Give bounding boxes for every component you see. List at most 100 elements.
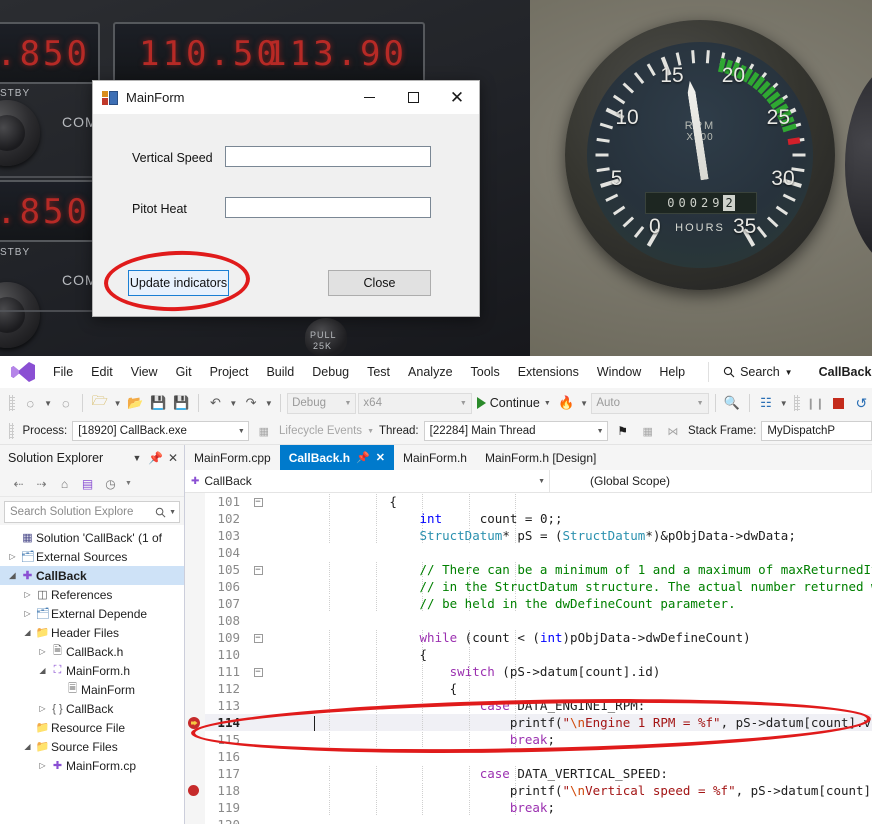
breakpoint-gutter[interactable] [185,799,205,816]
expand-arrow-icon[interactable]: ▷ [21,609,34,618]
fold-margin[interactable]: − [247,632,269,643]
code-surface[interactable]: 101− {102 int count = 0;;103 StructDatum… [185,493,872,824]
tree-item-resource-file[interactable]: 📁Resource File [0,718,184,737]
editor-tab-mainform-cpp[interactable]: MainForm.cpp [185,445,280,470]
code-line-117[interactable]: 117 case DATA_VERTICAL_SPEED: [185,765,872,782]
breakpoint-gutter[interactable] [185,663,205,680]
chevron-down-icon[interactable]: ▼ [367,428,374,435]
tree-item-callback[interactable]: ▷{ }CallBack [0,699,184,718]
tree-item-mainform-cp[interactable]: ▷✚MainForm.cp [0,756,184,775]
save-all-icon[interactable]: 💾 [171,392,192,414]
code-line-110[interactable]: 110 { [185,646,872,663]
forward-icon[interactable]: ⇢ [33,475,50,492]
save-icon[interactable]: 💾 [148,392,169,414]
home-icon[interactable]: ⌂ [56,475,73,492]
close-icon[interactable]: ✕ [166,451,180,465]
code-line-119[interactable]: 119 break; [185,799,872,816]
scope-select-left[interactable]: ✚ CallBack ▼ [185,470,550,492]
menu-item-test[interactable]: Test [358,359,399,385]
editor-tab-callback-h[interactable]: CallBack.h📌✕ [280,445,394,470]
breakpoint-gutter[interactable] [185,714,205,731]
collapse-region-icon[interactable]: − [254,566,263,575]
menu-item-view[interactable]: View [122,359,167,385]
breakpoint-gutter[interactable] [185,544,205,561]
breakpoint-gutter[interactable] [185,561,205,578]
fold-margin[interactable]: − [247,666,269,677]
collapse-arrow-icon[interactable]: ◢ [21,628,34,637]
breakpoint-gutter[interactable] [185,493,205,510]
menu-item-window[interactable]: Window [588,359,650,385]
vertical-speed-input[interactable] [225,146,431,167]
break-all-icon[interactable]: ❙❙ [805,392,826,414]
navigate-backward-caret-icon[interactable]: ▼ [43,399,54,408]
tree-item-references[interactable]: ▷◫References [0,585,184,604]
breakpoint-icon[interactable] [188,785,199,796]
breakpoint-gutter[interactable] [185,527,205,544]
redo-caret-icon[interactable]: ▼ [264,399,275,408]
code-line-102[interactable]: 102 int count = 0;; [185,510,872,527]
breakpoint-gutter[interactable] [185,510,205,527]
code-line-109[interactable]: 109− while (count < (int)pObjData->dwDef… [185,629,872,646]
collapse-region-icon[interactable]: − [254,668,263,677]
collapse-arrow-icon[interactable]: ◢ [21,742,34,751]
tree-item-callback-h[interactable]: ▷🗎CallBack.h [0,642,184,661]
mainform-titlebar[interactable]: MainForm ✕ [93,81,479,115]
code-line-108[interactable]: 108 [185,612,872,629]
solution-explorer-search[interactable]: Search Solution Explore ▼ [4,501,180,523]
chevron-down-icon[interactable]: ▼ [125,480,132,487]
select-element-caret-icon[interactable]: ▼ [779,399,790,408]
code-line-118[interactable]: 118 printf("\nVertical speed = %f", pS->… [185,782,872,799]
toolbar-grip-2[interactable] [794,395,800,411]
chevron-down-icon[interactable]: ▼ [169,509,176,516]
menu-item-tools[interactable]: Tools [462,359,509,385]
code-line-120[interactable]: 120 [185,816,872,824]
code-line-115[interactable]: 115 break; [185,731,872,748]
menu-item-extensions[interactable]: Extensions [509,359,588,385]
breakpoint-gutter[interactable] [185,629,205,646]
navigate-backward-icon[interactable]: ◌ [20,392,41,414]
code-line-106[interactable]: 106 // in the StructDatum structure. The… [185,578,872,595]
pin-icon[interactable]: 📌 [356,451,370,464]
menu-item-git[interactable]: Git [167,359,201,385]
code-line-105[interactable]: 105− // There can be a minimum of 1 and … [185,561,872,578]
restart-icon[interactable]: ↺ [851,392,872,414]
hot-reload-icon[interactable]: 🔥 [556,392,577,414]
tree-item-external-sources[interactable]: ▷🗂External Sources [0,547,184,566]
code-line-101[interactable]: 101− { [185,493,872,510]
maximize-button[interactable] [391,81,435,114]
vs-search-box[interactable]: Search ▼ [708,362,793,382]
tree-item-solution-callback-1-of[interactable]: ▦Solution 'CallBack' (1 of [0,528,184,547]
tasks-icon[interactable]: ⋈ [663,420,683,442]
code-line-116[interactable]: 116 [185,748,872,765]
fold-margin[interactable]: − [247,496,269,507]
lifecycle-events-icon[interactable]: ▦ [254,420,274,442]
pending-changes-icon[interactable]: ◷ [102,475,119,492]
breakpoint-gutter[interactable] [185,765,205,782]
pin-icon[interactable]: 📌 [148,451,162,465]
code-line-103[interactable]: 103 StructDatum* pS = (StructDatum*)&pOb… [185,527,872,544]
code-line-107[interactable]: 107 // be held in the dwDefineCount para… [185,595,872,612]
scope-select-right[interactable]: (Global Scope) [550,470,872,492]
breakpoint-gutter[interactable] [185,782,205,799]
new-project-caret-icon[interactable]: ▼ [112,399,123,408]
breakpoint-gutter[interactable] [185,731,205,748]
vs-project-badge[interactable]: CallBack [809,362,872,382]
expand-arrow-icon[interactable]: ▷ [36,647,49,656]
editor-tab-mainform-h[interactable]: MainForm.h [394,445,476,470]
tree-item-external-depende[interactable]: ▷🗂External Depende [0,604,184,623]
breakpoint-gutter[interactable] [185,646,205,663]
breakpoint-gutter[interactable] [185,816,205,824]
pitot-heat-input[interactable] [225,197,431,218]
tree-item-source-files[interactable]: ◢📁Source Files [0,737,184,756]
collapse-arrow-icon[interactable]: ◢ [6,571,19,580]
new-project-icon[interactable]: 🗁 [89,392,110,414]
collapse-region-icon[interactable]: − [254,634,263,643]
breakpoint-gutter[interactable] [185,612,205,629]
undo-caret-icon[interactable]: ▼ [228,399,239,408]
flag-icon[interactable]: ⚑ [613,420,633,442]
parallel-stacks-icon[interactable]: ▦ [638,420,658,442]
minimize-button[interactable] [347,81,391,114]
menu-item-debug[interactable]: Debug [303,359,358,385]
menu-item-edit[interactable]: Edit [82,359,122,385]
toolbar-grip[interactable] [9,395,15,411]
